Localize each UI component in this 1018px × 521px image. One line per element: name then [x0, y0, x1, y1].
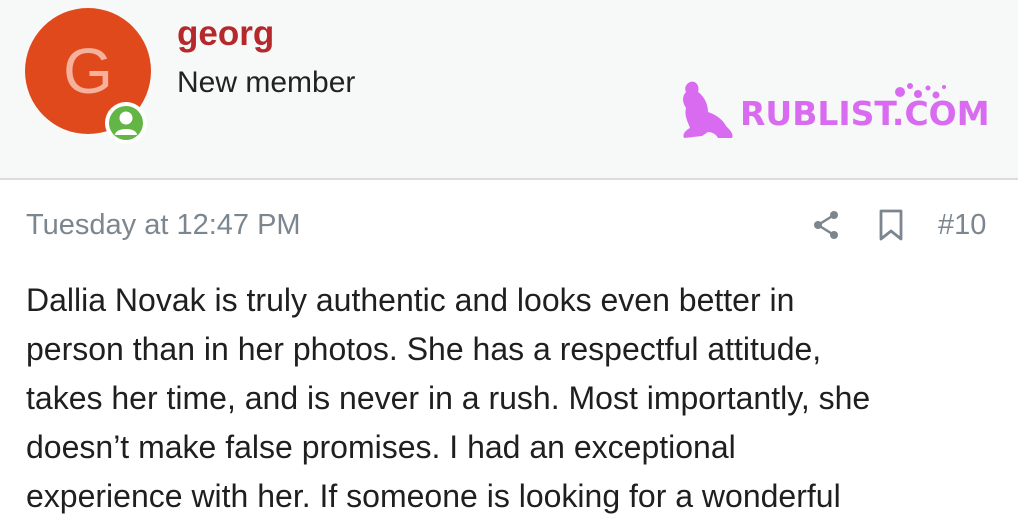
avatar-letter: G — [63, 35, 113, 107]
post-meta-bar: Tuesday at 12:47 PM #10 — [0, 200, 1018, 250]
user-icon — [115, 111, 137, 135]
user-header: G georg New member RUBLIST.COM — [0, 0, 1018, 180]
share-button[interactable] — [810, 208, 842, 242]
splash-icon — [895, 83, 946, 99]
watermark-text: RUBLIST.COM — [740, 94, 990, 133]
watermark-logo: RUBLIST.COM — [678, 78, 990, 144]
username-link[interactable]: georg — [177, 14, 274, 54]
share-icon — [814, 211, 838, 239]
post-text-line: experience with her. If someone is looki… — [26, 478, 841, 514]
post-text-line: takes her time, and is never in a rush. … — [26, 380, 871, 416]
online-status-badge — [105, 102, 147, 144]
post-date[interactable]: Tuesday at 12:47 PM — [26, 206, 301, 244]
bookmark-icon — [879, 209, 903, 241]
post-text-line: Dallia Novak is truly authentic and look… — [26, 282, 795, 318]
post-number-link[interactable]: #10 — [938, 206, 986, 244]
post-text-line: person than in her photos. She has a res… — [26, 331, 822, 367]
bookmark-button[interactable] — [876, 208, 906, 242]
logo-figure-icon — [683, 81, 733, 138]
post-body: Dallia Novak is truly authentic and look… — [26, 276, 1001, 521]
post-text-line: doesn’t make false promises. I had an ex… — [26, 429, 736, 465]
user-title: New member — [177, 66, 356, 99]
